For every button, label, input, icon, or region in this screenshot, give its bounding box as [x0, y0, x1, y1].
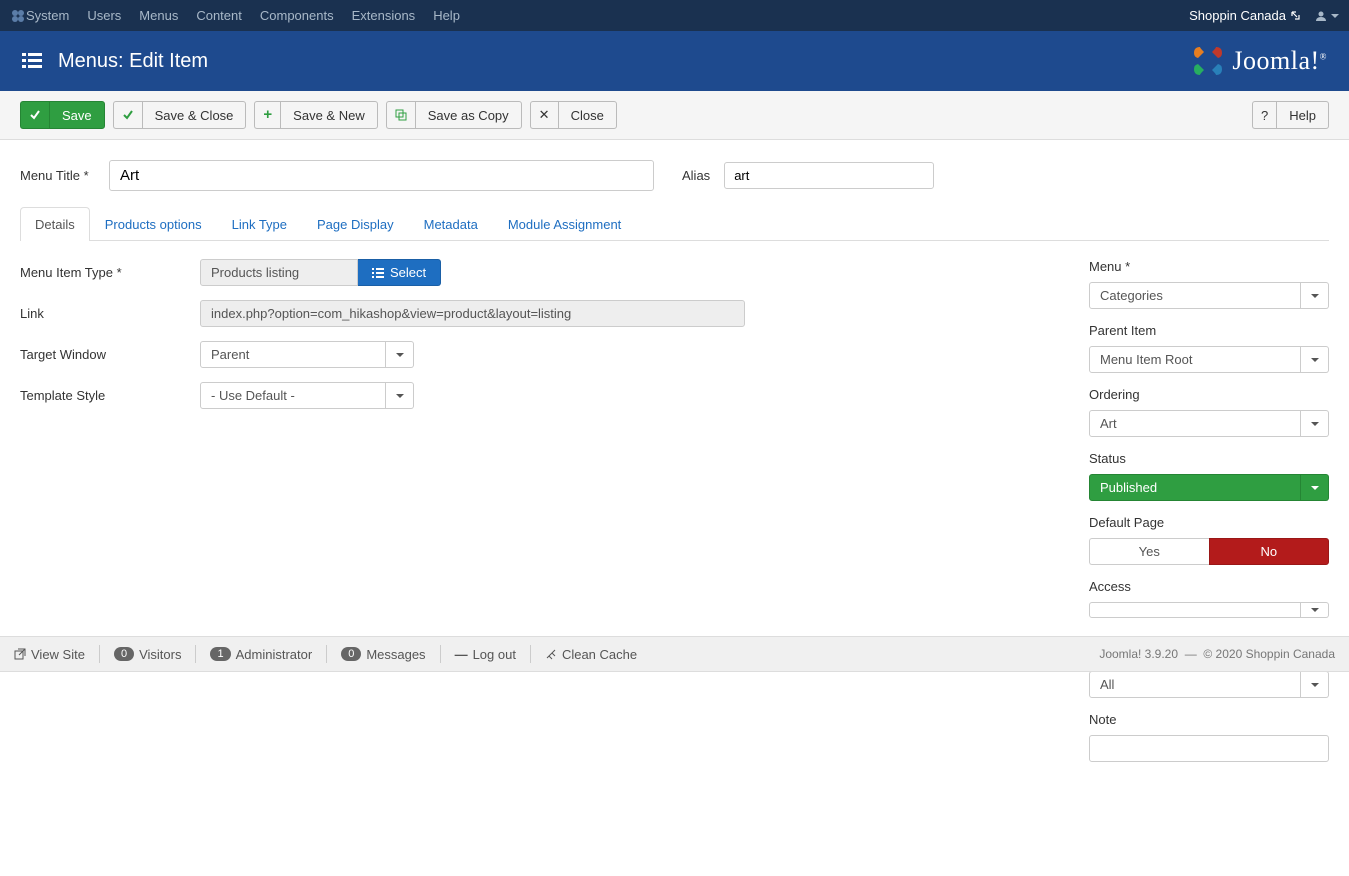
- external-icon: [14, 648, 26, 660]
- access-label: Access: [1089, 579, 1329, 594]
- caret-down-icon: [1311, 358, 1319, 362]
- menu-title-label: Menu Title *: [20, 168, 95, 183]
- caret-down-icon: [396, 394, 404, 398]
- default-page-toggle: Yes No: [1089, 538, 1329, 565]
- default-page-label: Default Page: [1089, 515, 1329, 530]
- site-link[interactable]: Shoppin Canada: [1189, 8, 1301, 23]
- footer-text: Joomla! 3.9.20 — © 2020 Shoppin Canada: [1099, 647, 1335, 661]
- save-copy-button[interactable]: Save as Copy: [386, 101, 522, 129]
- alias-input[interactable]: [724, 162, 934, 189]
- view-site-link[interactable]: View Site: [14, 647, 85, 662]
- user-menu[interactable]: [1315, 10, 1339, 22]
- close-button[interactable]: ✕ Close: [530, 101, 617, 129]
- save-close-button[interactable]: Save & Close: [113, 101, 247, 129]
- apply-icon: [29, 109, 41, 121]
- caret-down-icon: [1331, 14, 1339, 18]
- menu-users[interactable]: Users: [87, 8, 121, 23]
- status-bar: View Site 0 Visitors 1 Administrator 0 M…: [0, 636, 1349, 672]
- status-label: Status: [1089, 451, 1329, 466]
- toolbar: Save Save & Close + Save & New Save as C…: [0, 91, 1349, 140]
- joomla-logo: Joomla!®: [1190, 43, 1327, 79]
- note-label: Note: [1089, 712, 1329, 727]
- visitors-link[interactable]: 0 Visitors: [114, 647, 182, 662]
- logout-icon: —: [455, 647, 468, 662]
- tabs: Details Products options Link Type Page …: [20, 207, 1329, 241]
- status-select[interactable]: Published: [1089, 474, 1329, 501]
- check-icon: [122, 109, 134, 121]
- language-select[interactable]: All: [1089, 671, 1329, 698]
- page-title: Menus: Edit Item: [58, 50, 208, 73]
- menu-system[interactable]: System: [26, 8, 69, 23]
- top-nav: System Users Menus Content Components Ex…: [0, 0, 1349, 31]
- tab-products-options[interactable]: Products options: [90, 207, 217, 241]
- help-button[interactable]: ? Help: [1252, 101, 1329, 129]
- ordering-label: Ordering: [1089, 387, 1329, 402]
- help-icon: ?: [1261, 108, 1268, 123]
- logout-link[interactable]: — Log out: [455, 647, 516, 662]
- target-window-select[interactable]: Parent: [200, 341, 414, 368]
- menu-label: Menu *: [1089, 259, 1329, 274]
- caret-down-icon: [1311, 422, 1319, 426]
- menu-menus[interactable]: Menus: [139, 8, 178, 23]
- template-style-label: Template Style: [20, 382, 200, 403]
- link-value: index.php?option=com_hikashop&view=produ…: [200, 300, 745, 327]
- caret-down-icon: [1311, 683, 1319, 687]
- menu-item-type-value: Products listing: [200, 259, 358, 286]
- broom-icon: [545, 648, 557, 660]
- close-icon: ✕: [539, 107, 550, 123]
- menu-title-input[interactable]: [109, 160, 654, 191]
- top-menu: System Users Menus Content Components Ex…: [26, 8, 1189, 23]
- caret-down-icon: [396, 353, 404, 357]
- form-right: Menu * Categories Parent Item Menu Item …: [1089, 259, 1329, 776]
- parent-select[interactable]: Menu Item Root: [1089, 346, 1329, 373]
- menu-item-type-label: Menu Item Type *: [20, 259, 200, 280]
- menu-help[interactable]: Help: [433, 8, 460, 23]
- menu-components[interactable]: Components: [260, 8, 334, 23]
- tab-details[interactable]: Details: [20, 207, 90, 241]
- save-new-button[interactable]: + Save & New: [254, 101, 377, 129]
- menu-select[interactable]: Categories: [1089, 282, 1329, 309]
- note-input[interactable]: [1089, 735, 1329, 762]
- link-label: Link: [20, 300, 200, 321]
- admin-link[interactable]: 1 Administrator: [210, 647, 312, 662]
- caret-down-icon: [1311, 294, 1319, 298]
- parent-label: Parent Item: [1089, 323, 1329, 338]
- ordering-select[interactable]: Art: [1089, 410, 1329, 437]
- copy-icon: [395, 109, 407, 121]
- menu-extensions[interactable]: Extensions: [352, 8, 416, 23]
- list-icon: [372, 267, 384, 279]
- target-window-label: Target Window: [20, 341, 200, 362]
- clean-cache-link[interactable]: Clean Cache: [545, 647, 637, 662]
- messages-link[interactable]: 0 Messages: [341, 647, 425, 662]
- select-type-button[interactable]: Select: [358, 259, 441, 286]
- alias-label: Alias: [682, 168, 710, 183]
- joomla-icon: [10, 8, 26, 24]
- save-button[interactable]: Save: [20, 101, 105, 129]
- plus-icon: +: [263, 109, 272, 121]
- external-link-icon: [1290, 10, 1301, 21]
- list-icon: [22, 52, 42, 70]
- tab-module-assignment[interactable]: Module Assignment: [493, 207, 636, 241]
- default-yes-button[interactable]: Yes: [1089, 538, 1209, 565]
- tab-link-type[interactable]: Link Type: [217, 207, 302, 241]
- template-style-select[interactable]: - Use Default -: [200, 382, 414, 409]
- default-no-button[interactable]: No: [1209, 538, 1330, 565]
- joomla-logo-icon: [1190, 43, 1226, 79]
- caret-down-icon: [1311, 608, 1319, 612]
- tab-page-display[interactable]: Page Display: [302, 207, 409, 241]
- user-icon: [1315, 10, 1327, 22]
- access-select[interactable]: [1089, 602, 1329, 618]
- page-header: Menus: Edit Item Joomla!®: [0, 31, 1349, 91]
- menu-content[interactable]: Content: [196, 8, 242, 23]
- content: Menu Title * Alias Details Products opti…: [0, 140, 1349, 796]
- form-left: Menu Item Type * Products listing Select…: [20, 259, 1049, 776]
- caret-down-icon: [1311, 486, 1319, 490]
- tab-metadata[interactable]: Metadata: [409, 207, 493, 241]
